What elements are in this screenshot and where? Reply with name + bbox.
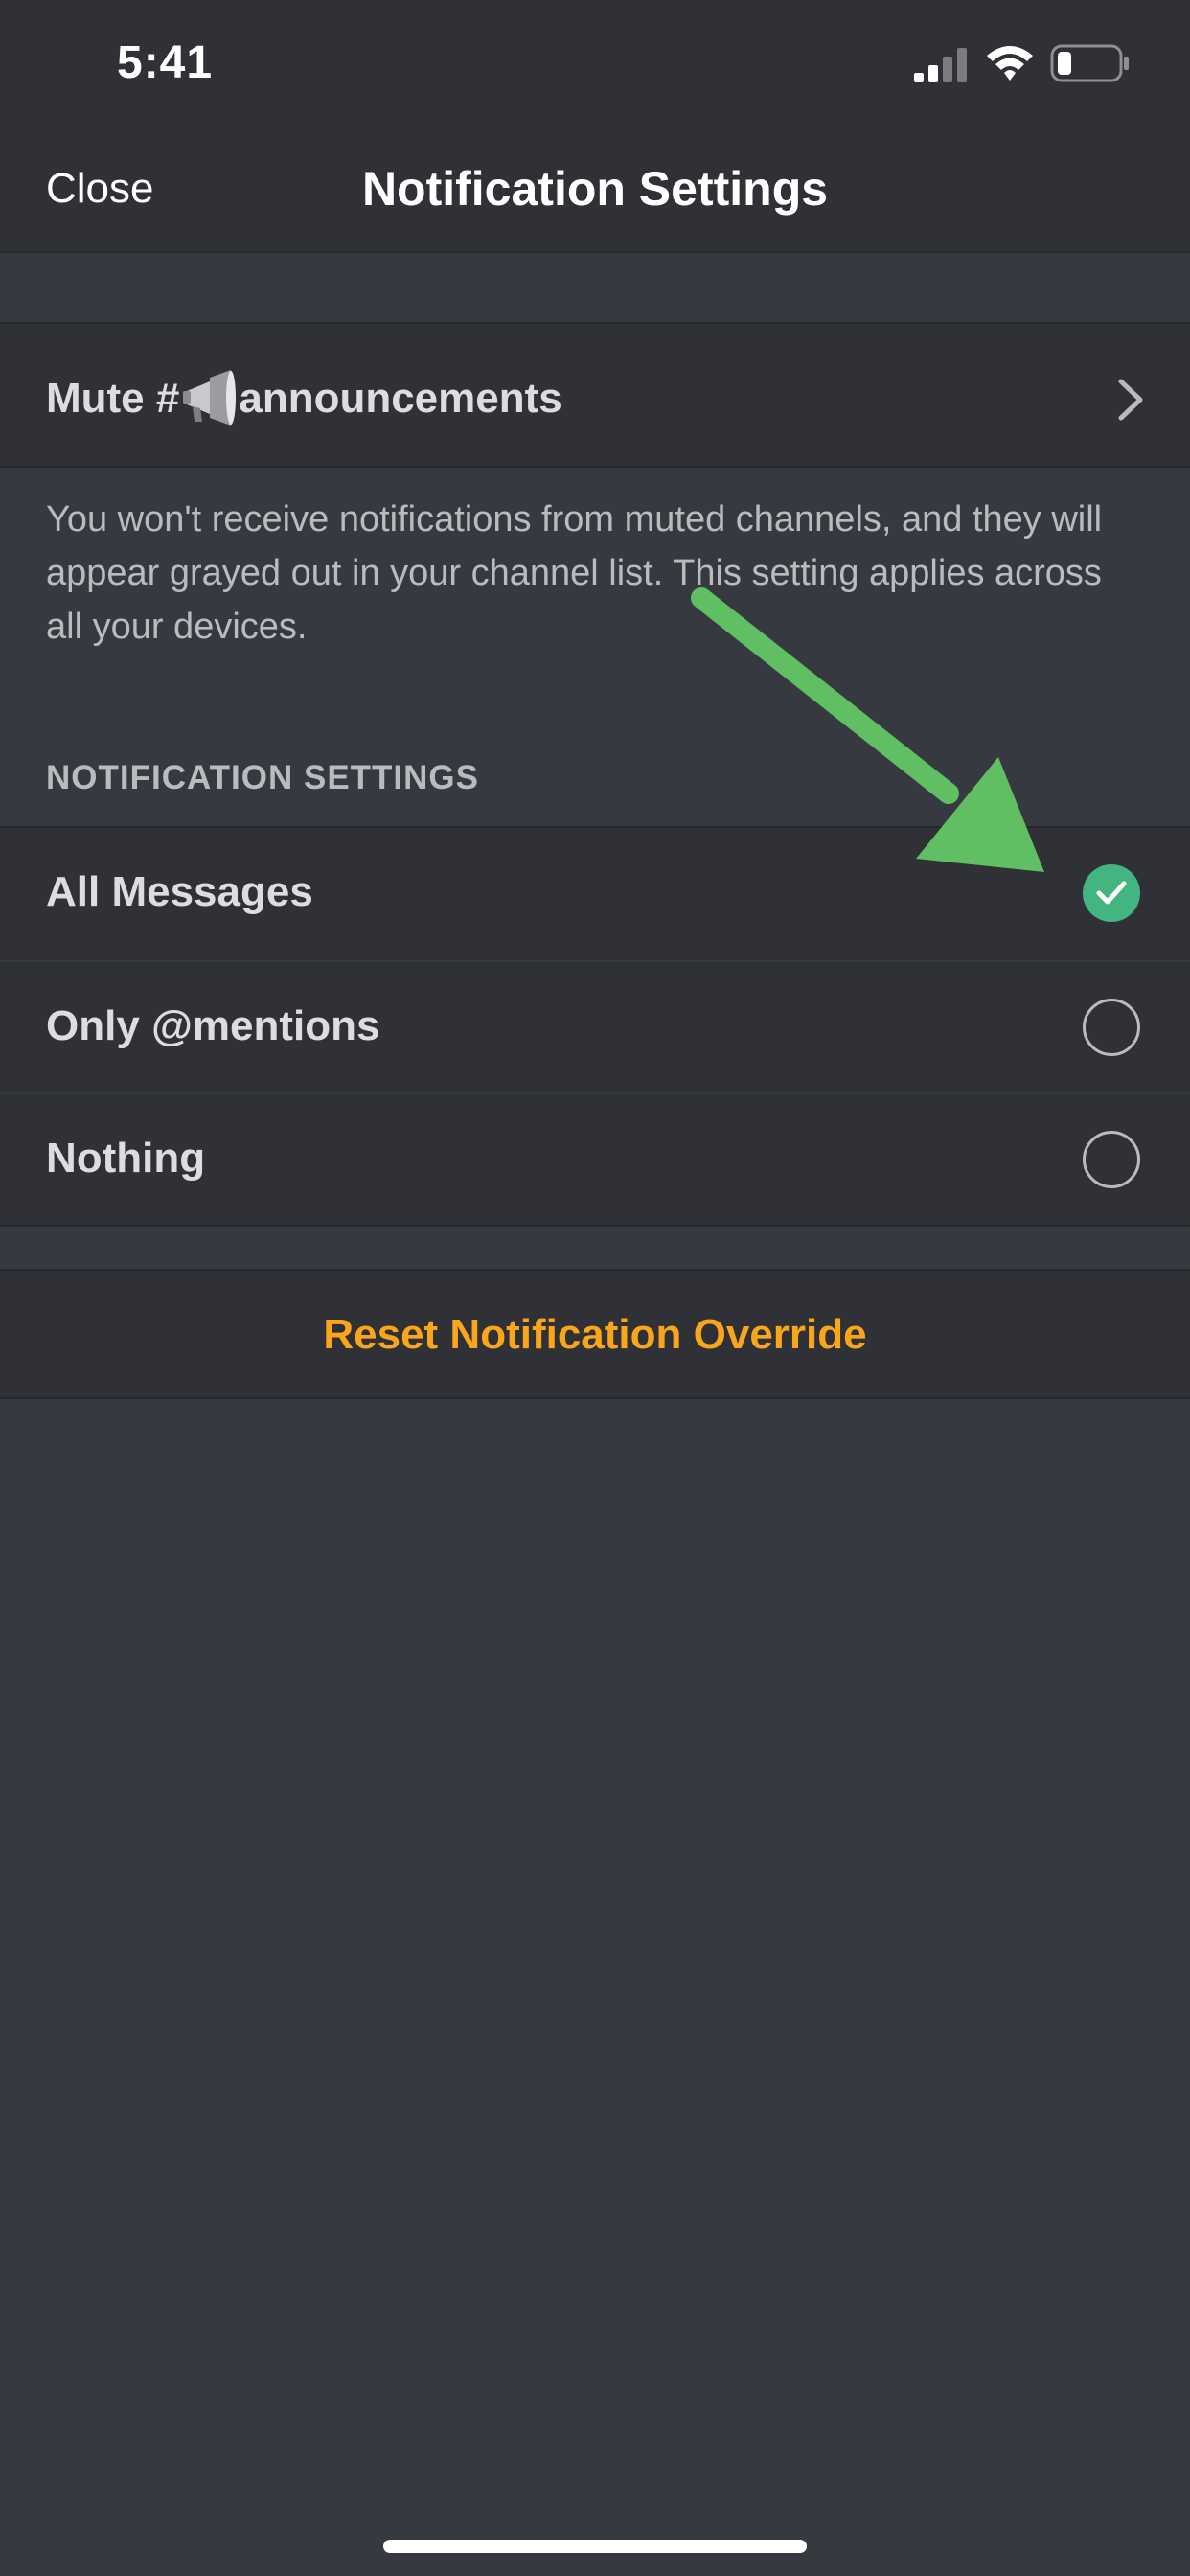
home-indicator[interactable] [383,2540,807,2553]
cellular-signal-icon [914,48,967,82]
wifi-icon [987,46,1033,80]
option-label: Only @mentions [46,1002,380,1049]
section-header: NOTIFICATION SETTINGS [46,759,480,796]
status-bar: 5:41 [0,0,1190,134]
checkmark-icon [1096,881,1127,905]
status-time: 5:41 [117,37,214,88]
option-only-mentions[interactable]: Only @mentions [0,960,1190,1092]
screen: 5:41 Close Notification Settings Mute # [0,0,1190,2576]
reset-override-label: Reset Notification Override [323,1311,867,1358]
radio-unchecked-icon[interactable] [1083,1131,1140,1188]
option-nothing[interactable]: Nothing [0,1092,1190,1225]
channel-name: announcements [239,375,562,422]
option-label: Nothing [46,1135,206,1182]
mute-prefix: Mute # [46,375,180,422]
radio-unchecked-icon[interactable] [1083,999,1140,1056]
annotation-arrow-icon [691,587,1044,872]
megaphone-icon [183,370,237,426]
chevron-right-icon [1118,379,1143,421]
battery-low-icon [1050,44,1129,82]
mute-channel-label: Mute # announcements [46,370,562,426]
radio-checked-icon[interactable] [1083,864,1140,922]
page-title: Notification Settings [361,162,829,216]
option-label: All Messages [46,868,313,915]
mute-channel-row[interactable]: Mute # announcements [0,322,1190,468]
nav-bar: Close Notification Settings [0,134,1190,253]
notification-options-list: All Messages Only @mentions Nothing [0,826,1190,1227]
reset-override-button[interactable]: Reset Notification Override [0,1269,1190,1399]
